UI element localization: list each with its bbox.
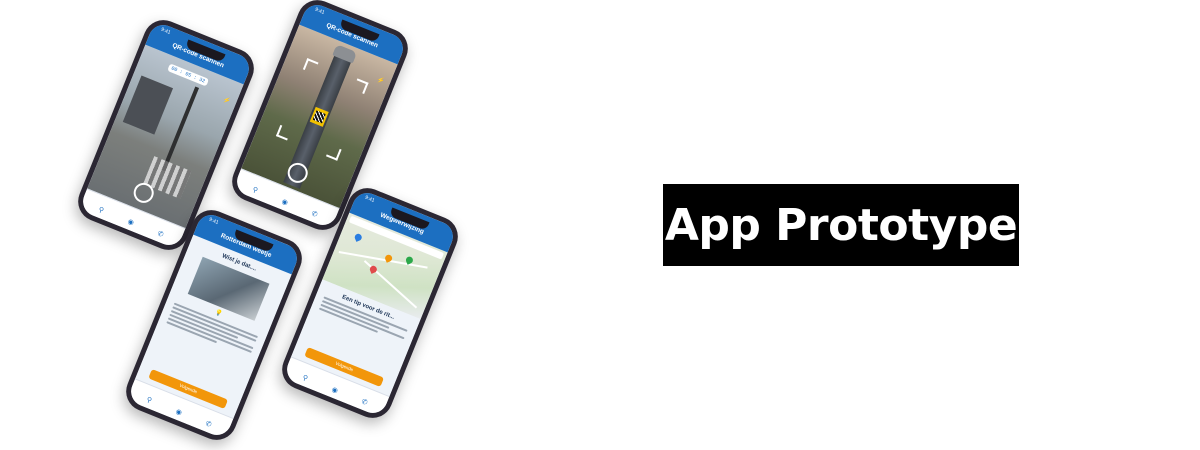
tab-phone[interactable]: ✆	[299, 206, 330, 225]
scan-frame-corner	[352, 78, 369, 94]
tab-camera[interactable]: ◉	[163, 404, 194, 423]
tab-map[interactable]: ⚲	[133, 392, 164, 411]
scan-frame-corner	[325, 145, 342, 161]
headline-text: App Prototype	[664, 199, 1018, 251]
camera-icon: ◉	[126, 218, 135, 228]
flash-icon[interactable]: ⚡	[375, 76, 385, 87]
building-shape	[122, 75, 174, 135]
tab-map[interactable]: ⚲	[289, 370, 320, 389]
phone-icon: ✆	[360, 398, 369, 407]
phone-icon: ✆	[204, 420, 213, 429]
tab-phone[interactable]: ✆	[349, 394, 380, 413]
scan-frame-corner	[302, 58, 319, 74]
status-time: 9:41	[208, 216, 220, 226]
camera-icon: ◉	[174, 408, 183, 418]
scan-frame-corner	[275, 124, 292, 141]
status-time: 9:41	[314, 6, 326, 16]
app-mockup-group: 9:41 QR-code scannen 00 : 05 : 32 ⚡ ⚲ ◉ …	[0, 0, 600, 450]
location-pin-icon[interactable]	[353, 232, 363, 242]
camera-icon: ◉	[330, 386, 339, 396]
location-pin-icon: ⚲	[145, 396, 153, 405]
location-pin-icon: ⚲	[97, 206, 105, 215]
tab-phone[interactable]: ✆	[193, 416, 224, 435]
headline-banner: App Prototype	[663, 184, 1019, 266]
tab-camera[interactable]: ◉	[115, 214, 146, 233]
location-pin-icon: ⚲	[301, 374, 309, 383]
location-pin-icon: ⚲	[251, 186, 259, 195]
status-time: 9:41	[364, 194, 376, 204]
tab-camera[interactable]: ◉	[319, 382, 350, 401]
map-road	[338, 250, 428, 269]
phone-icon: ✆	[310, 210, 319, 219]
flash-icon[interactable]: ⚡	[221, 96, 231, 107]
tab-phone[interactable]: ✆	[145, 226, 176, 245]
tab-map[interactable]: ⚲	[239, 182, 270, 201]
tab-camera[interactable]: ◉	[269, 194, 300, 213]
phone-icon: ✆	[156, 230, 165, 239]
camera-icon: ◉	[280, 198, 289, 208]
tab-map[interactable]: ⚲	[85, 202, 116, 221]
status-time: 9:41	[160, 26, 172, 36]
